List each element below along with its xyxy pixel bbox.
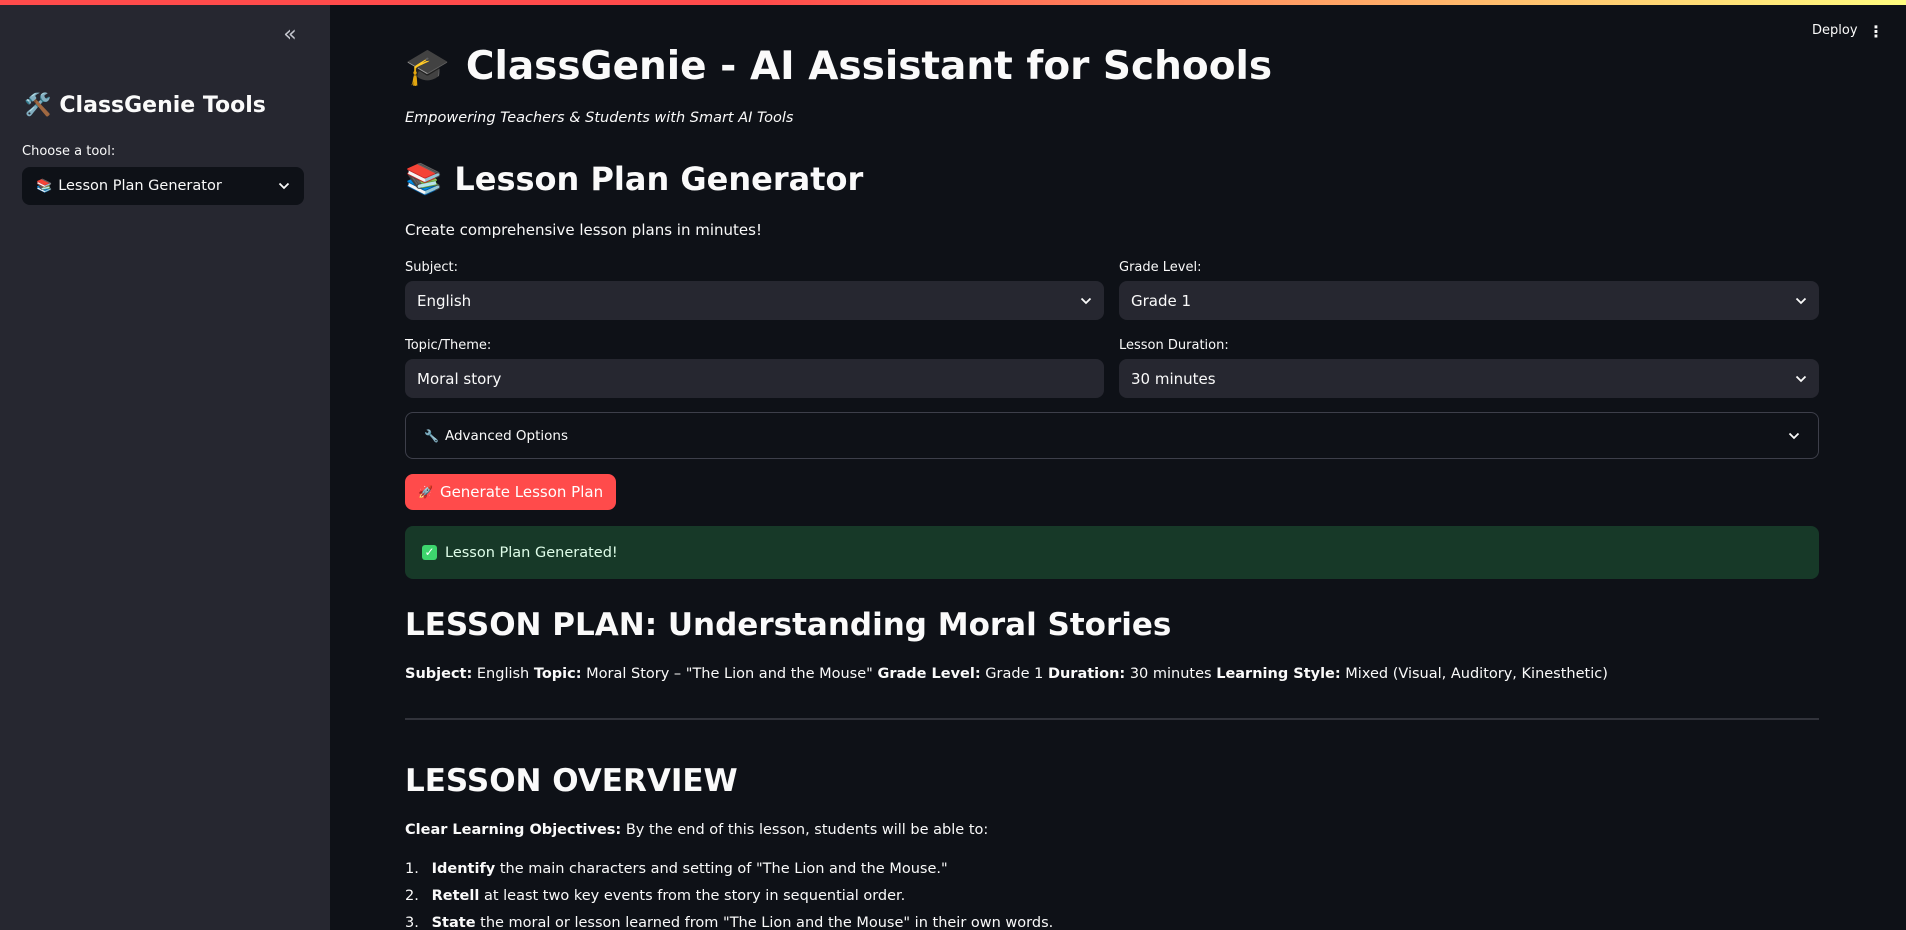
- objectives-list: 1. Identify the main characters and sett…: [405, 861, 1053, 930]
- horizontal-divider: [405, 718, 1819, 720]
- top-decoration-bar: [0, 0, 1906, 5]
- meta-grade-key: Grade Level:: [877, 666, 981, 682]
- topic-input[interactable]: Moral story: [405, 359, 1104, 398]
- list-item: 1. Identify the main characters and sett…: [405, 861, 1053, 888]
- success-text: Lesson Plan Generated!: [445, 544, 618, 561]
- app-title-text: ClassGenie - AI Assistant for Schools: [465, 44, 1273, 89]
- kebab-menu-icon[interactable]: ⋮: [1868, 22, 1884, 42]
- books-icon: 📚: [36, 178, 53, 194]
- app-tagline: Empowering Teachers & Students with Smar…: [405, 110, 794, 126]
- sidebar-title-text: ClassGenie Tools: [59, 93, 266, 118]
- wrench-icon: 🔧: [424, 428, 439, 443]
- meta-style-value: Mixed (Visual, Auditory, Kinesthetic): [1345, 666, 1608, 682]
- meta-grade-value: Grade 1: [985, 666, 1044, 682]
- chevron-down-icon: [1080, 297, 1092, 305]
- meta-style-key: Learning Style:: [1216, 666, 1341, 682]
- tools-icon: 🛠️: [24, 93, 52, 118]
- list-item: 3. State the moral or lesson learned fro…: [405, 915, 1053, 930]
- advanced-options-expander[interactable]: 🔧 Advanced Options: [405, 412, 1819, 459]
- books-icon: 📚: [405, 161, 443, 197]
- list-item: 2. Retell at least two key events from t…: [405, 888, 1053, 915]
- topic-label: Topic/Theme:: [405, 338, 492, 353]
- advanced-options-label: Advanced Options: [444, 427, 569, 444]
- chevron-down-icon: [1795, 375, 1807, 383]
- grade-value: Grade 1: [1131, 291, 1192, 310]
- subject-value: English: [417, 291, 472, 310]
- lesson-plan-meta: Subject: English Topic: Moral Story – "T…: [405, 666, 1608, 682]
- meta-subject-key: Subject:: [405, 666, 473, 682]
- objective-verb: State: [431, 915, 476, 930]
- overview-title: LESSON OVERVIEW: [405, 763, 738, 799]
- sidebar: « 🛠️ ClassGenie Tools Choose a tool: 📚 L…: [0, 5, 330, 930]
- grade-label: Grade Level:: [1119, 260, 1202, 275]
- generate-button-label: Generate Lesson Plan: [439, 483, 604, 501]
- objective-text: at least two key events from the story i…: [483, 888, 906, 904]
- list-number: 2.: [405, 888, 419, 904]
- check-icon: ✓: [422, 545, 437, 560]
- objectives-text: By the end of this lesson, students will…: [625, 822, 989, 838]
- graduation-cap-icon: 🎓: [405, 46, 450, 88]
- generator-title-text: Lesson Plan Generator: [454, 160, 864, 198]
- meta-subject-value: English: [476, 666, 530, 682]
- objective-verb: Retell: [431, 888, 480, 904]
- duration-label: Lesson Duration:: [1119, 338, 1229, 353]
- tool-select-label: Choose a tool:: [22, 144, 116, 159]
- objective-text: the moral or lesson learned from "The Li…: [480, 915, 1054, 930]
- subject-label: Subject:: [405, 260, 458, 275]
- double-chevron-left-icon[interactable]: «: [276, 23, 302, 49]
- objectives-intro: Clear Learning Objectives: By the end of…: [405, 822, 988, 838]
- tool-select[interactable]: 📚 Lesson Plan Generator: [22, 167, 304, 205]
- chevron-down-icon: [1788, 432, 1800, 440]
- tool-select-value: Lesson Plan Generator: [58, 178, 222, 194]
- chevron-down-icon: [278, 182, 290, 190]
- generator-description: Create comprehensive lesson plans in min…: [405, 221, 762, 239]
- rocket-icon: 🚀: [418, 485, 433, 499]
- meta-topic-value: Moral Story – "The Lion and the Mouse": [586, 666, 873, 682]
- duration-value: 30 minutes: [1131, 369, 1216, 388]
- topic-value: Moral story: [417, 369, 502, 388]
- meta-duration-value: 30 minutes: [1129, 666, 1212, 682]
- meta-topic-key: Topic:: [533, 666, 582, 682]
- success-alert: ✓ Lesson Plan Generated!: [405, 526, 1819, 579]
- objectives-key: Clear Learning Objectives:: [405, 822, 622, 838]
- objective-text: the main characters and setting of "The …: [499, 861, 948, 877]
- generate-lesson-plan-button[interactable]: 🚀 Generate Lesson Plan: [405, 474, 617, 510]
- list-number: 3.: [405, 915, 419, 930]
- objective-verb: Identify: [431, 861, 496, 877]
- grade-select[interactable]: Grade 1: [1119, 281, 1819, 320]
- lesson-plan-title: LESSON PLAN: Understanding Moral Stories: [405, 607, 1172, 643]
- app-title: 🎓 ClassGenie - AI Assistant for Schools: [405, 44, 1272, 89]
- chevron-down-icon: [1795, 297, 1807, 305]
- deploy-button[interactable]: Deploy: [1812, 23, 1858, 38]
- duration-select[interactable]: 30 minutes: [1119, 359, 1819, 398]
- generator-title: 📚 Lesson Plan Generator: [405, 160, 863, 198]
- subject-select[interactable]: English: [405, 281, 1104, 320]
- list-number: 1.: [405, 861, 419, 877]
- meta-duration-key: Duration:: [1047, 666, 1126, 682]
- sidebar-title: 🛠️ ClassGenie Tools: [24, 93, 266, 118]
